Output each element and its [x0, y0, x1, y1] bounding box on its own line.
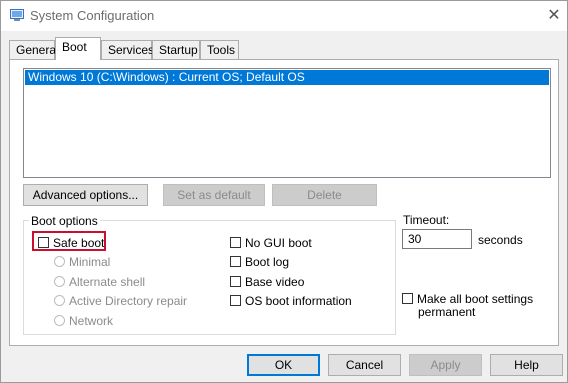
minimal-radio[interactable]: Minimal: [54, 254, 110, 270]
radio-circle[interactable]: [54, 295, 65, 307]
tab-boot[interactable]: Boot: [55, 37, 101, 60]
radio-circle[interactable]: [54, 315, 65, 327]
apply-button[interactable]: Apply: [409, 354, 482, 376]
advanced-options-button[interactable]: Advanced options...: [23, 184, 148, 206]
os-boot-information-checkbox[interactable]: OS boot information: [230, 293, 352, 309]
minimal-label: Minimal: [69, 255, 111, 269]
close-icon[interactable]: ✕: [541, 3, 567, 29]
help-button[interactable]: Help: [490, 354, 563, 376]
radio-circle[interactable]: [54, 276, 65, 288]
ok-button[interactable]: OK: [247, 354, 320, 376]
msconfig-icon: [10, 9, 24, 21]
system-configuration-window: System Configuration ✕ General Boot Serv…: [0, 0, 568, 383]
checkbox-box[interactable]: [230, 237, 241, 249]
timeout-label: Timeout:: [403, 213, 450, 227]
boot-log-checkbox[interactable]: Boot log: [230, 254, 289, 270]
tab-services[interactable]: Services: [101, 40, 154, 59]
alternate-shell-label: Alternate shell: [69, 275, 146, 289]
safe-boot-highlight: [32, 231, 106, 251]
seconds-label: seconds: [478, 233, 523, 247]
boot-options-label: Boot options: [29, 214, 100, 228]
window-title: System Configuration: [30, 8, 155, 23]
boot-log-label: Boot log: [245, 255, 290, 269]
checkbox-box[interactable]: [230, 276, 241, 288]
checkbox-box[interactable]: [402, 293, 413, 305]
tab-startup[interactable]: Startup: [152, 40, 200, 59]
tab-tools[interactable]: Tools: [200, 40, 239, 59]
active-directory-repair-radio[interactable]: Active Directory repair: [54, 293, 187, 309]
base-video-label: Base video: [245, 275, 305, 289]
os-list-item[interactable]: Windows 10 (C:\Windows) : Current OS; De…: [25, 70, 549, 85]
no-gui-boot-checkbox[interactable]: No GUI boot: [230, 235, 312, 251]
checkbox-box[interactable]: [230, 295, 241, 307]
set-as-default-button[interactable]: Set as default: [163, 184, 265, 206]
active-directory-repair-label: Active Directory repair: [69, 294, 188, 308]
os-boot-information-label: OS boot information: [245, 294, 352, 308]
os-list[interactable]: Windows 10 (C:\Windows) : Current OS; De…: [23, 68, 551, 178]
boot-tab-panel: Windows 10 (C:\Windows) : Current OS; De…: [9, 59, 559, 346]
no-gui-boot-label: No GUI boot: [245, 236, 312, 250]
tab-general[interactable]: General: [9, 40, 59, 59]
alternate-shell-radio[interactable]: Alternate shell: [54, 274, 145, 290]
cancel-button[interactable]: Cancel: [328, 354, 401, 376]
title-bar: System Configuration ✕: [1, 1, 567, 31]
network-radio[interactable]: Network: [54, 313, 113, 329]
timeout-input[interactable]: 30: [402, 229, 472, 249]
radio-circle[interactable]: [54, 256, 65, 268]
delete-button[interactable]: Delete: [272, 184, 377, 206]
network-label: Network: [69, 314, 114, 328]
checkbox-box[interactable]: [230, 256, 241, 268]
base-video-checkbox[interactable]: Base video: [230, 274, 304, 290]
make-permanent-label-line2: permanent: [418, 305, 476, 319]
